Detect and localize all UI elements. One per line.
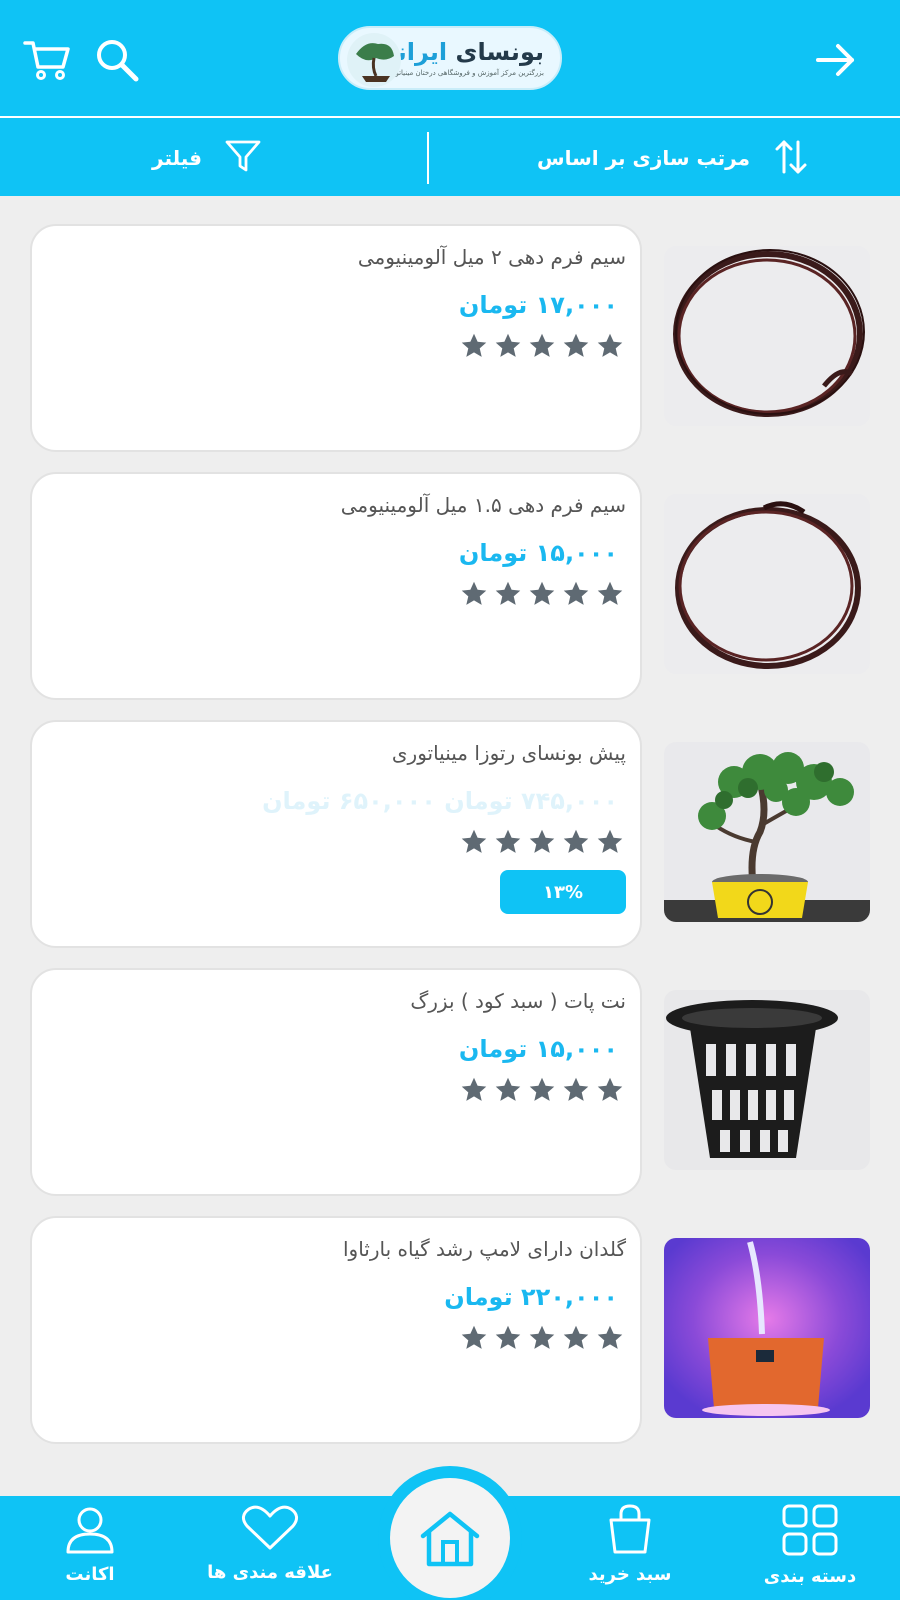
product-image-grow-lamp-pot[interactable] <box>664 1238 870 1418</box>
star-icon <box>597 1325 623 1349</box>
product-card-4[interactable]: نت پات ( سبد کود ) بزرگ ۱۵,۰۰۰ تومان <box>0 968 900 1196</box>
product-info[interactable]: سیم فرم دهی ۱.۵ میل آلومینیومی ۱۵,۰۰۰ تو… <box>30 472 642 700</box>
product-info[interactable]: گلدان دارای لامپ رشد گیاه بارثاوا ۲۲۰,۰۰… <box>30 1216 642 1444</box>
heart-icon <box>242 1505 298 1550</box>
star-icon <box>495 829 521 853</box>
product-info[interactable]: پیش بونسای رتوزا مینیاتوری ۷۴۵,۰۰۰ تومان… <box>30 720 642 948</box>
user-icon <box>66 1507 114 1554</box>
star-icon <box>597 1077 623 1101</box>
rating-stars <box>460 1076 624 1104</box>
nav-favorites[interactable]: علاقه مندی ها <box>200 1504 340 1596</box>
star-icon <box>461 1077 487 1101</box>
app-root: بونسای ایرانه بزرگترین مرکز آموزش و فروش… <box>0 0 900 1600</box>
star-icon <box>563 581 589 605</box>
filter-label: فیلتر <box>152 146 203 170</box>
star-icon <box>529 333 555 357</box>
product-name[interactable]: سیم فرم دهی ۱.۵ میل آلومینیومی <box>66 492 626 518</box>
arrow-right-icon[interactable] <box>812 38 860 82</box>
logo-subtitle: بزرگترین مرکز آموزش و فروشگاهی درختان می… <box>386 69 544 77</box>
nav-account-label: اکانت <box>65 1564 115 1585</box>
product-price: ۱۵,۰۰۰ تومان <box>458 539 618 567</box>
sort-filter-bar: فیلتر مرتب سازی بر اساس <box>0 116 900 196</box>
product-price: ۲۲۰,۰۰۰ تومان <box>444 1283 618 1311</box>
filter-icon <box>225 140 261 172</box>
nav-cart[interactable]: سبد خرید <box>560 1504 700 1596</box>
rating-stars <box>460 828 624 856</box>
product-price: ۱۵,۰۰۰ تومان <box>458 1035 618 1063</box>
product-name[interactable]: گلدان دارای لامپ رشد گیاه بارثاوا <box>66 1236 626 1262</box>
nav-categories-label: دسته بندی <box>763 1566 857 1587</box>
product-name[interactable]: پیش بونسای رتوزا مینیاتوری <box>66 740 626 766</box>
star-icon <box>529 1077 555 1101</box>
product-info[interactable]: نت پات ( سبد کود ) بزرگ ۱۵,۰۰۰ تومان <box>30 968 642 1196</box>
product-image-coil-wire[interactable] <box>664 246 870 426</box>
product-card-2[interactable]: سیم فرم دهی ۱.۵ میل آلومینیومی ۱۵,۰۰۰ تو… <box>0 472 900 700</box>
product-card-1[interactable]: سیم فرم دهی ۲ میل آلومینیومی ۱۷,۰۰۰ توما… <box>0 224 900 452</box>
star-icon <box>597 581 623 605</box>
star-icon <box>495 333 521 357</box>
product-card-3[interactable]: پیش بونسای رتوزا مینیاتوری ۷۴۵,۰۰۰ تومان… <box>0 720 900 948</box>
nav-cart-label: سبد خرید <box>588 1564 672 1585</box>
nav-categories[interactable]: دسته بندی <box>740 1504 880 1596</box>
logo-title: بونسای ایرانه <box>383 38 544 66</box>
product-name[interactable]: سیم فرم دهی ۲ میل آلومینیومی <box>66 244 626 270</box>
star-icon <box>461 333 487 357</box>
star-icon <box>563 1077 589 1101</box>
product-image-coil-wire[interactable] <box>664 494 870 674</box>
discount-badge: ۱۳% <box>500 870 626 914</box>
product-price: ۷۴۵,۰۰۰ تومان ۶۵۰,۰۰۰ تومان <box>262 787 618 815</box>
filter-button[interactable]: فیلتر <box>140 118 280 196</box>
product-name[interactable]: نت پات ( سبد کود ) بزرگ <box>66 988 626 1014</box>
bonsai-logo-icon <box>347 33 401 87</box>
rating-stars <box>460 332 624 360</box>
star-icon <box>597 333 623 357</box>
star-icon <box>597 829 623 853</box>
product-image-net-pot[interactable] <box>664 990 870 1170</box>
star-icon <box>495 1325 521 1349</box>
sort-button[interactable]: مرتب سازی بر اساس <box>520 118 820 196</box>
star-icon <box>461 829 487 853</box>
app-header: بونسای ایرانه بزرگترین مرکز آموزش و فروش… <box>0 0 900 116</box>
cart-icon[interactable] <box>22 38 72 82</box>
product-info[interactable]: سیم فرم دهی ۲ میل آلومینیومی ۱۷,۰۰۰ توما… <box>30 224 642 452</box>
product-card-5[interactable]: گلدان دارای لامپ رشد گیاه بارثاوا ۲۲۰,۰۰… <box>0 1216 900 1444</box>
star-icon <box>461 581 487 605</box>
search-icon[interactable] <box>92 36 142 84</box>
star-icon <box>529 1325 555 1349</box>
sort-icon <box>775 140 807 174</box>
toolbar-divider <box>427 132 429 184</box>
grid-icon <box>782 1504 838 1556</box>
nav-favorites-label: علاقه مندی ها <box>207 1562 333 1583</box>
star-icon <box>461 1325 487 1349</box>
brand-logo[interactable]: بونسای ایرانه بزرگترین مرکز آموزش و فروش… <box>338 26 562 90</box>
shopping-bag-icon <box>609 1504 651 1554</box>
star-icon <box>529 829 555 853</box>
product-price: ۱۷,۰۰۰ تومان <box>458 291 618 319</box>
star-icon <box>563 1325 589 1349</box>
star-icon <box>529 581 555 605</box>
home-button[interactable] <box>390 1478 510 1598</box>
logo-title-part1: بونسای <box>455 38 545 66</box>
nav-account[interactable]: اکانت <box>20 1504 160 1596</box>
sort-label: مرتب سازی بر اساس <box>537 146 750 170</box>
rating-stars <box>460 580 624 608</box>
home-icon <box>420 1511 480 1567</box>
product-image-bonsai-tree[interactable] <box>664 742 870 922</box>
star-icon <box>563 333 589 357</box>
star-icon <box>495 581 521 605</box>
rating-stars <box>460 1324 624 1352</box>
star-icon <box>495 1077 521 1101</box>
star-icon <box>563 829 589 853</box>
